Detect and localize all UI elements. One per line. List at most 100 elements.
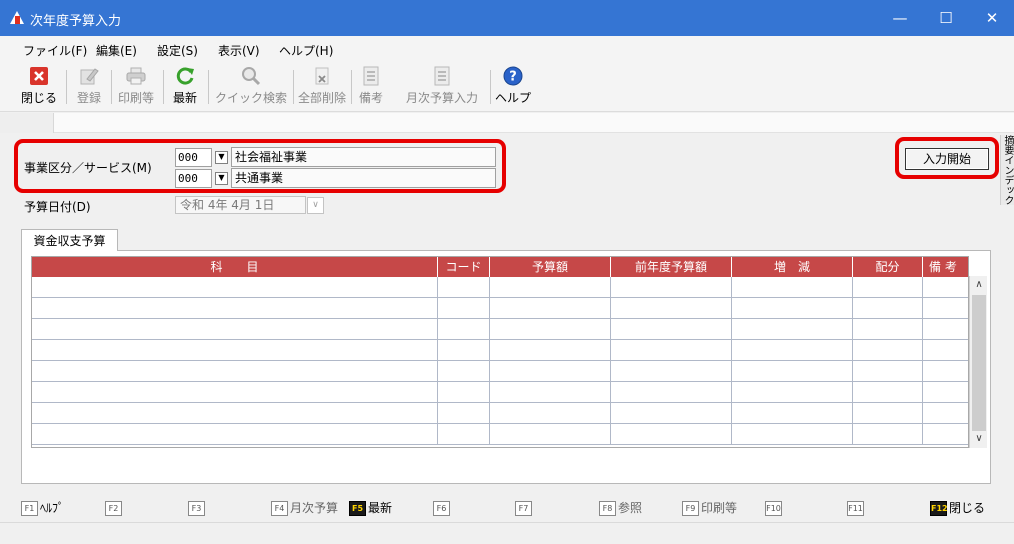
table-cell[interactable] <box>611 340 732 361</box>
quick-search-button[interactable]: クイック検索 <box>213 64 289 108</box>
date-picker-icon[interactable]: ∨ <box>307 197 324 214</box>
table-cell[interactable] <box>438 319 490 340</box>
table-cell[interactable] <box>611 298 732 319</box>
table-cell[interactable] <box>32 403 438 424</box>
print-button[interactable]: 印刷等 <box>114 64 158 108</box>
notes-button[interactable]: 備考 <box>356 64 386 108</box>
table-cell[interactable] <box>732 319 853 340</box>
table-cell[interactable] <box>611 403 732 424</box>
menu-file[interactable]: ファイル(F) <box>23 42 87 59</box>
summary-index-tab[interactable]: 摘要インデックス <box>1000 135 1014 205</box>
table-scrollbar[interactable]: ∧ ∨ <box>969 276 987 448</box>
col-notes[interactable]: 備 考 <box>923 257 968 277</box>
table-cell[interactable] <box>732 382 853 403</box>
table-cell[interactable] <box>732 361 853 382</box>
fkey-f2[interactable]: F2 <box>105 500 124 517</box>
maximize-button[interactable]: ☐ <box>923 0 969 36</box>
col-code[interactable]: コード <box>438 257 490 277</box>
fkey-f6[interactable]: F6 <box>433 500 452 517</box>
table-cell[interactable] <box>32 424 438 445</box>
table-cell[interactable] <box>923 361 968 382</box>
fkey-f1[interactable]: F1 ﾍﾙﾌﾟ <box>21 500 64 517</box>
table-cell[interactable] <box>438 361 490 382</box>
table-cell[interactable] <box>853 424 923 445</box>
table-cell[interactable] <box>438 424 490 445</box>
scroll-up-icon[interactable]: ∧ <box>970 276 988 294</box>
table-cell[interactable] <box>732 403 853 424</box>
table-cell[interactable] <box>438 382 490 403</box>
table-cell[interactable] <box>32 298 438 319</box>
col-change[interactable]: 増 減 <box>732 257 853 277</box>
table-cell[interactable] <box>611 424 732 445</box>
close-window-button[interactable]: ✕ <box>969 0 1014 36</box>
scroll-down-icon[interactable]: ∨ <box>970 430 988 448</box>
fkey-f12[interactable]: F12閉じる <box>930 500 985 517</box>
table-cell[interactable] <box>923 319 968 340</box>
table-cell[interactable] <box>611 382 732 403</box>
table-cell[interactable] <box>923 340 968 361</box>
table-cell[interactable] <box>853 277 923 298</box>
table-cell[interactable] <box>923 382 968 403</box>
refresh-button[interactable]: 最新 <box>167 64 203 108</box>
fkey-f11[interactable]: F11 <box>847 500 866 517</box>
table-cell[interactable] <box>923 298 968 319</box>
register-button[interactable]: 登録 <box>72 64 106 108</box>
col-budget[interactable]: 予算額 <box>490 257 611 277</box>
table-cell[interactable] <box>853 319 923 340</box>
fkey-f9[interactable]: F9 印刷等 <box>682 500 737 517</box>
close-tool-button[interactable]: 閉じる <box>21 64 57 108</box>
delete-all-button[interactable]: 全部削除 <box>297 64 347 108</box>
table-cell[interactable] <box>438 340 490 361</box>
help-button[interactable]: ? ヘルプ <box>494 64 532 108</box>
menu-settings[interactable]: 設定(S) <box>157 42 198 59</box>
menu-help[interactable]: ヘルプ(H) <box>279 42 333 59</box>
table-cell[interactable] <box>438 403 490 424</box>
table-cell[interactable] <box>438 298 490 319</box>
table-cell[interactable] <box>732 340 853 361</box>
table-cell[interactable] <box>490 340 611 361</box>
col-allocation[interactable]: 配分 <box>853 257 923 277</box>
scroll-thumb[interactable] <box>972 295 986 431</box>
fkey-f8[interactable]: F8 参照 <box>599 500 642 517</box>
table-cell[interactable] <box>732 424 853 445</box>
table-cell[interactable] <box>853 340 923 361</box>
fkey-f10[interactable]: F10 <box>765 500 784 517</box>
table-cell[interactable] <box>32 319 438 340</box>
budget-date-field[interactable]: 令和 4年 4月 1日 <box>175 196 306 214</box>
fkey-f5[interactable]: F5 最新 <box>349 500 392 517</box>
menu-edit[interactable]: 編集(E) <box>96 42 137 59</box>
table-cell[interactable] <box>923 403 968 424</box>
fkey-f7[interactable]: F7 <box>515 500 534 517</box>
col-subject[interactable]: 科 目 <box>32 257 438 277</box>
table-cell[interactable] <box>490 424 611 445</box>
service-dropdown-2-icon[interactable]: ▼ <box>215 172 228 185</box>
table-cell[interactable] <box>490 382 611 403</box>
service-dropdown-1-icon[interactable]: ▼ <box>215 151 228 164</box>
table-cell[interactable] <box>853 403 923 424</box>
table-cell[interactable] <box>853 382 923 403</box>
tab-fund-budget[interactable]: 資金収支予算 <box>21 229 118 251</box>
table-cell[interactable] <box>611 319 732 340</box>
table-cell[interactable] <box>32 340 438 361</box>
col-prev-budget[interactable]: 前年度予算額 <box>611 257 732 277</box>
fkey-f4[interactable]: F4 月次予算 <box>271 500 338 517</box>
table-cell[interactable] <box>853 298 923 319</box>
table-cell[interactable] <box>732 298 853 319</box>
service-code-2[interactable]: 000 <box>175 169 212 188</box>
table-cell[interactable] <box>853 361 923 382</box>
table-cell[interactable] <box>923 424 968 445</box>
minimize-button[interactable]: — <box>877 0 923 36</box>
table-cell[interactable] <box>32 361 438 382</box>
menu-view[interactable]: 表示(V) <box>218 42 260 59</box>
table-cell[interactable] <box>32 277 438 298</box>
monthly-budget-button[interactable]: 月次予算入力 <box>402 64 482 108</box>
table-cell[interactable] <box>923 277 968 298</box>
table-cell[interactable] <box>490 361 611 382</box>
table-cell[interactable] <box>490 403 611 424</box>
table-cell[interactable] <box>611 361 732 382</box>
table-cell[interactable] <box>438 277 490 298</box>
start-input-button[interactable]: 入力開始 <box>905 148 989 170</box>
table-cell[interactable] <box>611 277 732 298</box>
table-cell[interactable] <box>490 277 611 298</box>
table-cell[interactable] <box>490 319 611 340</box>
